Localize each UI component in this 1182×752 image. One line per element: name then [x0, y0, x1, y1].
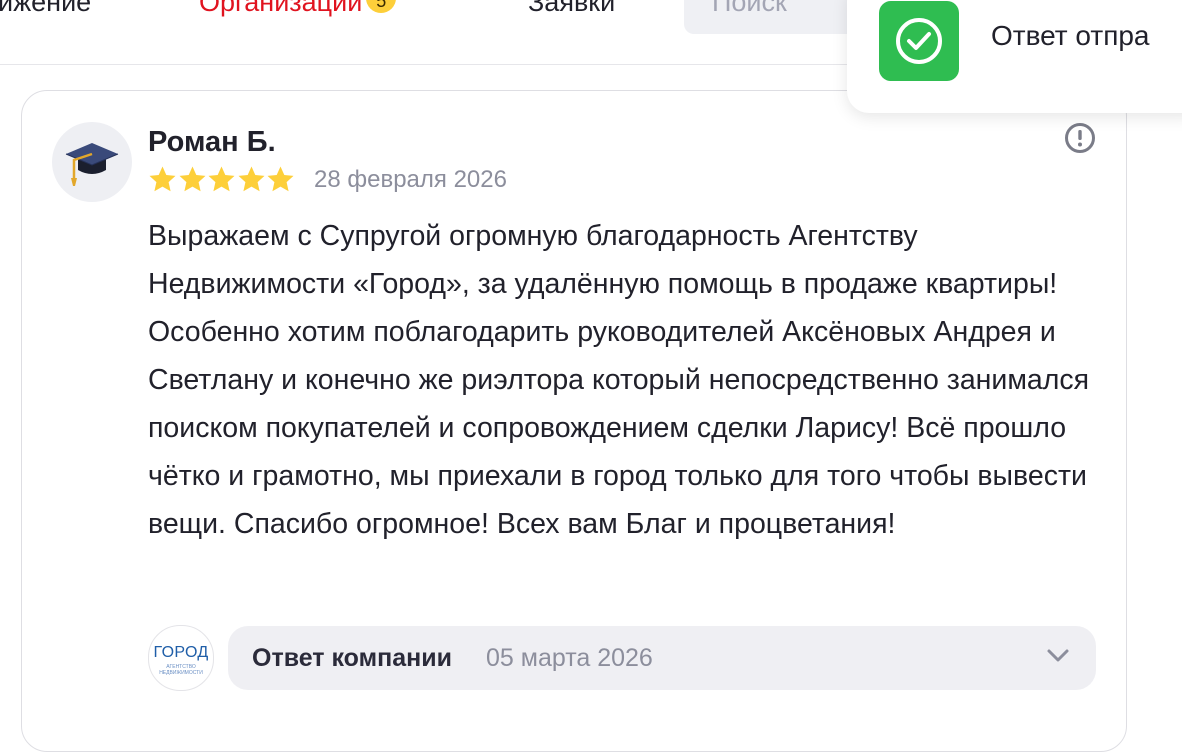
- review-date: 28 февраля 2026: [314, 166, 507, 193]
- nav-item-organizations[interactable]: Организации 5: [199, 0, 397, 19]
- star-icon: [238, 166, 264, 192]
- toast-message: Ответ отпра: [991, 20, 1150, 51]
- nav-item-label: Организации: [199, 0, 363, 17]
- nav-item-label: Заявки: [528, 0, 616, 17]
- star-icon: [179, 166, 205, 192]
- company-logo-text: ГОРОД: [153, 644, 209, 661]
- star-icon: [149, 166, 176, 192]
- company-answer-date: 05 марта 2026: [486, 644, 653, 672]
- avatar: [52, 122, 132, 202]
- rating-stars: [148, 165, 296, 193]
- nav-item-movement[interactable]: ижение: [0, 0, 91, 18]
- company-answer-label: Ответ компании: [252, 644, 452, 672]
- review-author[interactable]: Роман Б.: [148, 125, 276, 159]
- star-icon: [267, 166, 294, 192]
- nav-item-label: ижение: [0, 0, 92, 17]
- review-card: Роман Б. 28 февраля 2026 Выражаем с Супр…: [21, 90, 1127, 752]
- company-logo: ГОРОД АГЕНТСТВО НЕДВИЖИМОСТИ: [148, 625, 214, 691]
- company-logo-subtext: АГЕНТСТВО НЕДВИЖИМОСТИ: [159, 664, 203, 676]
- graduation-cap-icon: [65, 143, 119, 186]
- nav-item-requests[interactable]: Заявки: [528, 0, 615, 18]
- star-icon: [208, 166, 235, 192]
- count-badge: 5: [366, 0, 397, 13]
- search-placeholder: Поиск: [712, 0, 787, 17]
- chevron-down-icon: [1047, 649, 1069, 662]
- exclamation-circle-icon[interactable]: [1064, 122, 1096, 154]
- check-circle-icon: [879, 1, 959, 81]
- success-toast: Ответ отпра: [847, 0, 1182, 113]
- company-answer-toggle[interactable]: Ответ компании 05 марта 2026: [228, 626, 1096, 690]
- review-text: Выражаем с Супругой огромную благодарнос…: [148, 220, 1090, 540]
